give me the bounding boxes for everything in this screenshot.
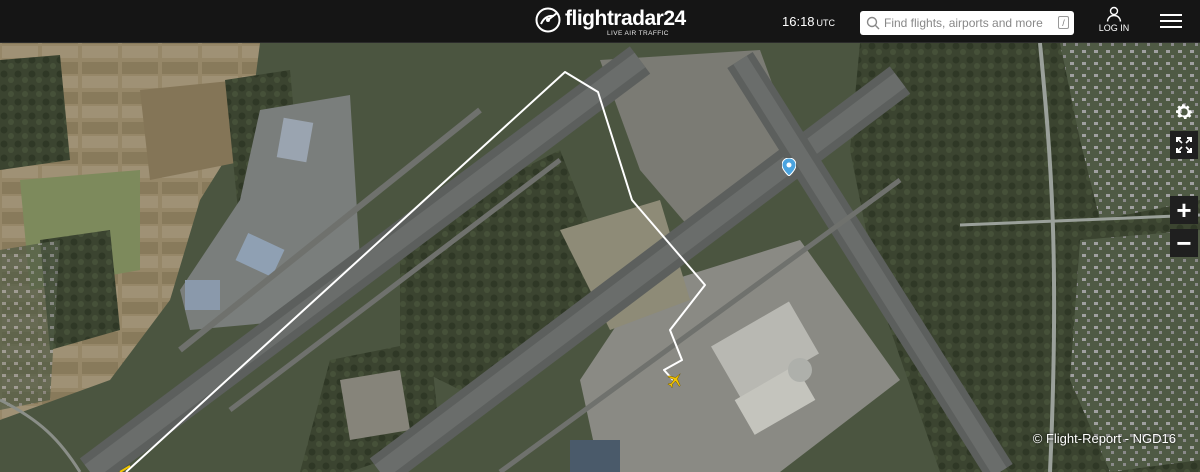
clock-time: 16:18 <box>782 14 815 29</box>
logo-text: flightradar24 <box>565 7 686 30</box>
photo-credit: © Flight-Report - NGD16 <box>1032 431 1176 446</box>
user-icon <box>1106 6 1122 22</box>
clock-timezone: UTC <box>816 18 836 28</box>
map-view[interactable] <box>0 0 1200 472</box>
settings-gear-icon <box>1176 104 1193 119</box>
search-box[interactable]: / <box>860 11 1074 35</box>
logo-tagline: LIVE AIR TRAFFIC <box>607 30 669 37</box>
top-navigation-bar: flightradar24 LIVE AIR TRAFFIC 16:18 UTC … <box>0 0 1200 43</box>
zoom-out-label: − <box>1176 228 1192 258</box>
logo-radar-icon <box>535 7 561 33</box>
search-input[interactable] <box>884 13 1044 33</box>
login-label: LOG IN <box>1098 23 1130 33</box>
search-icon <box>866 16 880 30</box>
search-shortcut-hint: / <box>1058 16 1069 29</box>
zoom-in-button[interactable]: + <box>1170 196 1198 224</box>
hamburger-menu-icon[interactable] <box>1160 14 1182 30</box>
login-button[interactable]: LOG IN <box>1096 6 1132 38</box>
satellite-imagery <box>0 0 1200 472</box>
fullscreen-icon <box>1176 137 1192 153</box>
utc-clock: 16:18 UTC <box>782 14 835 29</box>
zoom-in-label: + <box>1176 195 1192 225</box>
location-pin-icon[interactable] <box>782 158 796 176</box>
zoom-out-button[interactable]: − <box>1170 229 1198 257</box>
logo[interactable]: flightradar24 LIVE AIR TRAFFIC <box>535 6 686 38</box>
settings-button[interactable] <box>1170 98 1198 126</box>
fullscreen-button[interactable] <box>1170 131 1198 159</box>
